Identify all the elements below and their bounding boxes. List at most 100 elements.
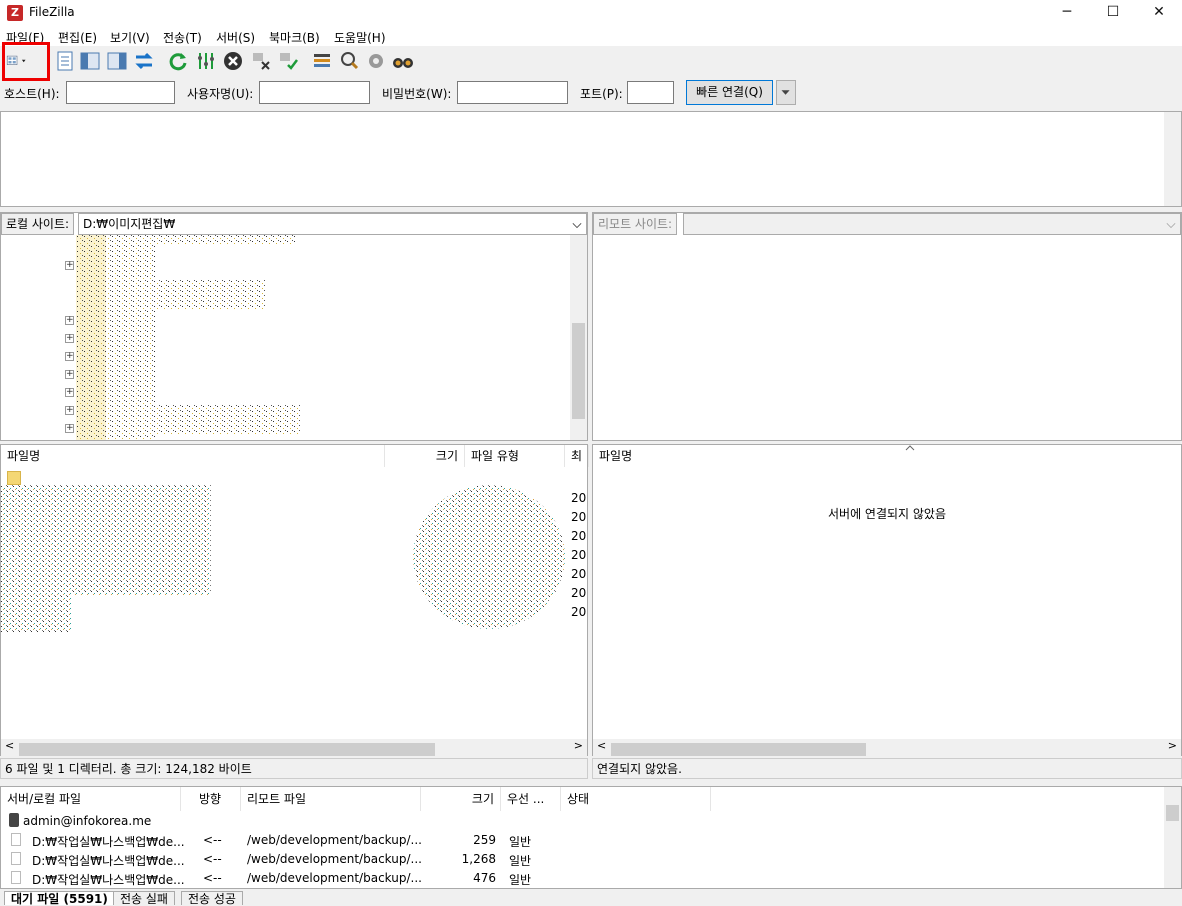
disconnect-icon[interactable]: [250, 50, 274, 72]
tree-expand-icon[interactable]: +: [65, 352, 74, 361]
search-icon[interactable]: [338, 50, 362, 72]
tree-expand-icon[interactable]: +: [65, 388, 74, 397]
title-bar: Z FileZilla ─ ☐ ✕: [0, 0, 1182, 26]
date-cell: 20: [571, 605, 587, 619]
local-path-combo[interactable]: D:₩이미지편집₩: [78, 213, 587, 235]
find-files-icon[interactable]: [392, 50, 416, 72]
scrollbar-thumb[interactable]: [19, 743, 435, 756]
chevron-right-icon[interactable]: >: [574, 739, 583, 752]
minimize-button[interactable]: ─: [1044, 0, 1090, 26]
date-cell: 20: [571, 586, 587, 600]
scrollbar-thumb[interactable]: [611, 743, 866, 756]
password-label: 비밀번호(W):: [382, 87, 452, 101]
tab-successful-transfers[interactable]: 전송 성공: [181, 891, 243, 906]
window-title: FileZilla: [29, 5, 75, 19]
log-scrollbar[interactable]: [1164, 112, 1181, 206]
local-tree-panel: 로컬 사이트: D:₩이미지편집₩ + + + + + + + +: [0, 212, 588, 441]
remote-hscrollbar[interactable]: < >: [593, 739, 1181, 756]
tree-expand-icon[interactable]: +: [65, 334, 74, 343]
column-modified[interactable]: 최: [565, 445, 589, 467]
close-button[interactable]: ✕: [1136, 0, 1182, 26]
file-icon: [11, 852, 21, 865]
queue-local-file: D:₩작업실₩나스백업₩de...: [32, 873, 185, 887]
menu-bar: 파일(F) 편집(E) 보기(V) 전송(T) 서버(S) 북마크(B) 도움말…: [0, 26, 1182, 46]
remote-file-list[interactable]: 파일명 서버에 연결되지 않았음 < >: [592, 444, 1182, 756]
tree-expand-icon[interactable]: +: [65, 261, 74, 270]
process-queue-icon[interactable]: [195, 50, 219, 72]
cancel-icon[interactable]: [222, 50, 246, 72]
queue-priority: 일반: [509, 873, 532, 887]
maximize-button[interactable]: ☐: [1090, 0, 1136, 26]
queue-priority: 일반: [509, 835, 532, 849]
date-cell: 20: [571, 510, 587, 524]
queue-col-size[interactable]: 크기: [421, 787, 501, 811]
tree-expand-icon[interactable]: +: [65, 406, 74, 415]
filter-icon[interactable]: [311, 50, 335, 72]
queue-local-file: D:₩작업실₩나스백업₩de...: [32, 854, 185, 868]
local-hscrollbar[interactable]: < >: [1, 739, 587, 756]
user-input[interactable]: [259, 81, 370, 104]
quickconnect-dropdown[interactable]: [776, 80, 796, 105]
queue-server: admin@infokorea.me: [23, 814, 152, 828]
refresh-icon[interactable]: [167, 50, 191, 72]
local-file-list[interactable]: 파일명 크기 파일 유형 최 20 20 20 20 20 20 20 < >: [0, 444, 589, 756]
tree-expand-icon[interactable]: +: [65, 370, 74, 379]
chevron-left-icon[interactable]: <: [597, 739, 606, 752]
toggle-queue-icon[interactable]: [133, 50, 157, 72]
menu-transfer[interactable]: 전송(T): [163, 29, 202, 46]
local-status: 6 파일 및 1 디렉터리. 총 크기: 124,182 바이트: [0, 758, 588, 779]
queue-col-remote[interactable]: 리모트 파일: [241, 787, 421, 811]
queue-size: 1,268: [461, 852, 496, 866]
menu-bookmarks[interactable]: 북마크(B): [269, 29, 320, 46]
queue-col-direction[interactable]: 방향: [181, 787, 241, 811]
toggle-local-tree-icon[interactable]: [79, 50, 103, 72]
queue-remote-file: /web/development/backup/...: [247, 833, 422, 847]
site-manager-highlight: [2, 42, 50, 81]
toolbar: [0, 46, 1182, 76]
transfer-queue[interactable]: 서버/로컬 파일 방향 리모트 파일 크기 우선 ... 상태 admin@in…: [0, 786, 1182, 889]
date-cell: 20: [571, 529, 587, 543]
column-size[interactable]: 크기: [385, 445, 465, 467]
date-cell: 20: [571, 567, 587, 581]
chevron-left-icon[interactable]: <: [5, 739, 14, 752]
remote-path-combo[interactable]: [683, 213, 1181, 235]
remote-status: 연결되지 않았음.: [592, 758, 1182, 779]
filezilla-icon: Z: [7, 5, 23, 21]
menu-view[interactable]: 보기(V): [110, 29, 150, 46]
message-log[interactable]: [0, 111, 1182, 207]
obscured-file-details: [413, 485, 565, 629]
date-cell: 20: [571, 491, 587, 505]
menu-server[interactable]: 서버(S): [216, 29, 255, 46]
chevron-right-icon[interactable]: >: [1168, 739, 1177, 752]
file-icon: [11, 833, 21, 846]
column-filename[interactable]: 파일명: [593, 445, 1181, 467]
tree-expand-icon[interactable]: +: [65, 316, 74, 325]
user-label: 사용자명(U):: [187, 87, 254, 101]
column-filetype[interactable]: 파일 유형: [465, 445, 565, 467]
tab-failed-transfers[interactable]: 전송 실패: [113, 891, 175, 906]
reconnect-icon[interactable]: [277, 50, 301, 72]
queue-scrollbar[interactable]: [1164, 787, 1181, 888]
host-input[interactable]: [66, 81, 175, 104]
scrollbar-thumb[interactable]: [1166, 805, 1179, 821]
queue-col-status[interactable]: 상태: [561, 787, 711, 811]
password-input[interactable]: [457, 81, 568, 104]
column-filename[interactable]: 파일명: [1, 445, 385, 467]
port-input[interactable]: [627, 81, 674, 104]
quickconnect-button[interactable]: 빠른 연결(Q): [686, 80, 773, 105]
local-tree-scrollbar[interactable]: [570, 235, 587, 440]
queue-direction: <--: [203, 833, 222, 847]
queue-col-priority[interactable]: 우선 ...: [501, 787, 561, 811]
compare-icon[interactable]: [365, 50, 389, 72]
toggle-log-icon[interactable]: [54, 50, 78, 72]
tree-expand-icon[interactable]: +: [65, 424, 74, 433]
file-icon: [11, 871, 21, 884]
queue-local-file: D:₩작업실₩나스백업₩de...: [32, 835, 185, 849]
menu-edit[interactable]: 편집(E): [58, 29, 97, 46]
scrollbar-thumb[interactable]: [572, 323, 585, 419]
toggle-remote-tree-icon[interactable]: [106, 50, 130, 72]
menu-help[interactable]: 도움말(H): [334, 29, 386, 46]
queue-col-local[interactable]: 서버/로컬 파일: [1, 787, 181, 811]
tab-queued-files[interactable]: 대기 파일 (5591): [4, 891, 115, 906]
remote-site-label: 리모트 사이트:: [593, 213, 678, 235]
